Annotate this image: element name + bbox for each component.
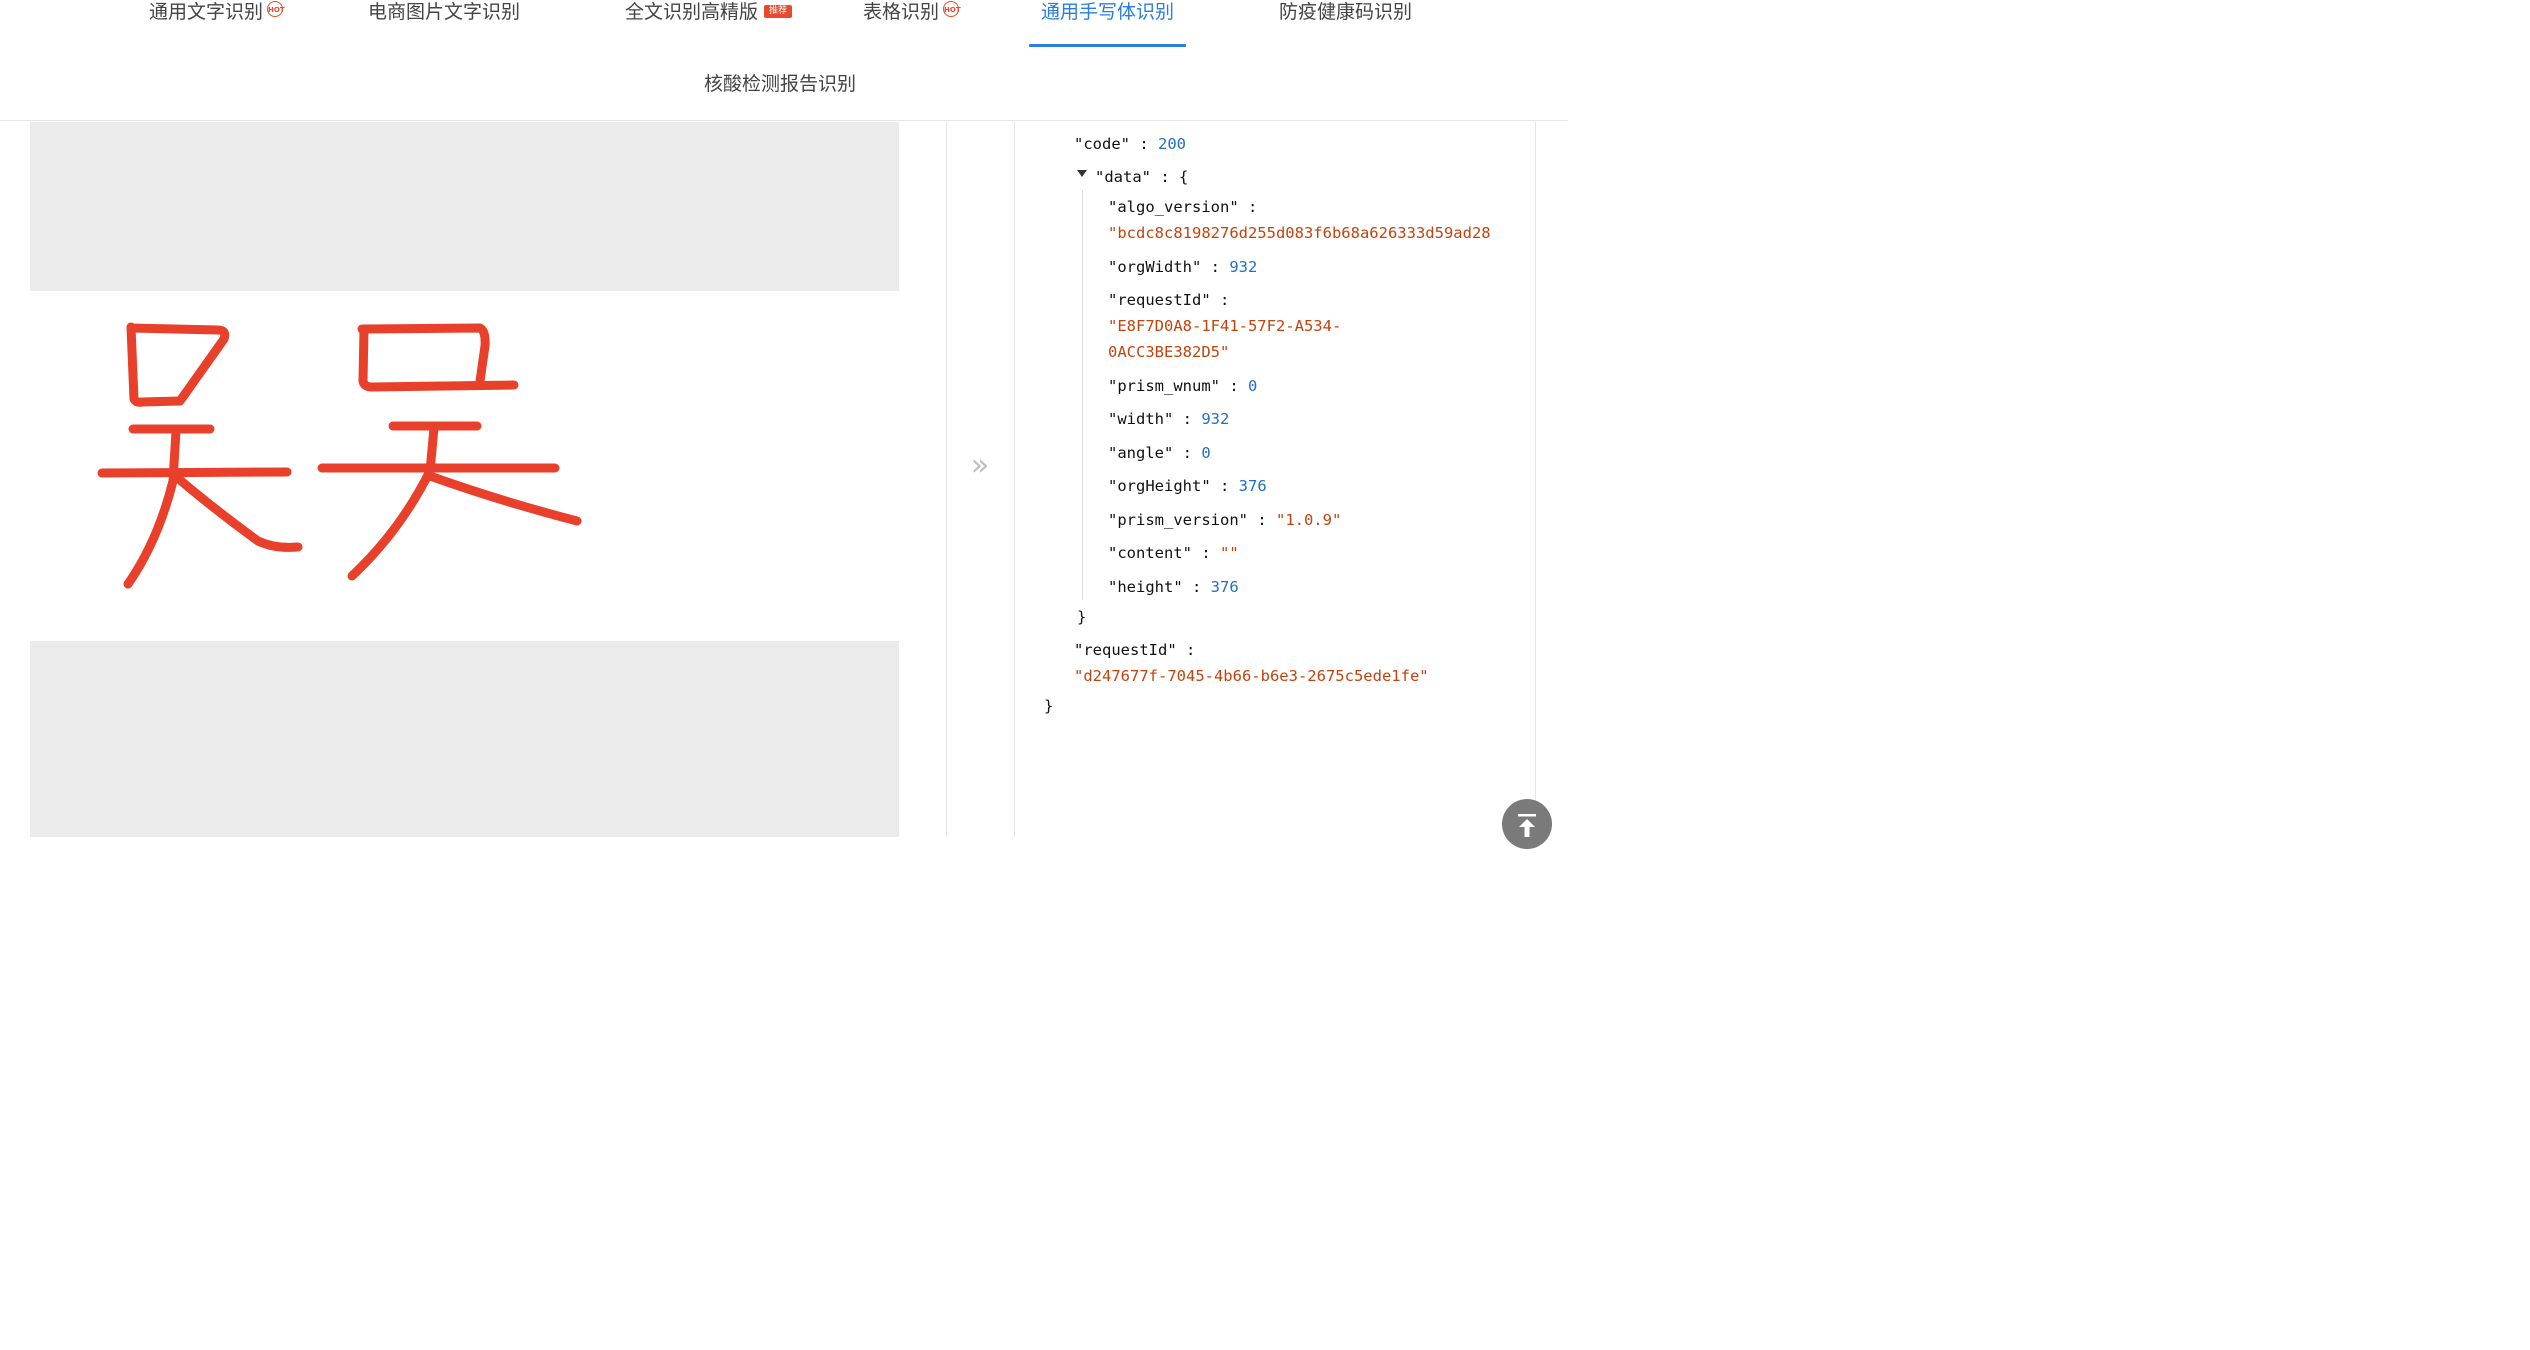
json-line: "width" : 932: [1108, 410, 1230, 428]
json-string: "": [1220, 544, 1239, 562]
handwriting-image: [30, 291, 899, 641]
json-line: "content" : "": [1108, 544, 1239, 562]
json-panel-border: [1535, 122, 1536, 837]
json-string: "1.0.9": [1275, 511, 1342, 529]
json-key: "requestId": [1108, 291, 1211, 309]
tab-label: 通用手写体识别: [1041, 1, 1175, 23]
tab-label: 表格识别: [863, 1, 940, 23]
arrow-up-icon: [1518, 814, 1536, 837]
json-key: "algo_version": [1108, 198, 1239, 216]
input-image-preview: [30, 122, 899, 837]
json-number: 0: [1201, 444, 1211, 462]
json-line: 0ACC3BE382D5": [1108, 342, 1229, 362]
json-string: "bcdc8c8198276d255d083f6b68a626333d59ad2…: [1108, 224, 1491, 242]
json-result-viewer: "code" : 200 "data" : { "algo_version" :…: [1015, 122, 1535, 837]
json-line: "E8F7D0A8-1F41-57F2-A534-: [1108, 316, 1341, 336]
tab-label: 核酸检测报告识别: [704, 73, 857, 95]
tab-table-ocr[interactable]: 表格识别 HOT: [863, 0, 961, 24]
json-line: "prism_wnum" : 0: [1108, 377, 1258, 395]
json-number: 376: [1238, 477, 1267, 495]
collapse-triangle-icon[interactable]: [1077, 170, 1087, 177]
active-tab-indicator: [1029, 44, 1187, 47]
hot-badge: HOT: [267, 1, 285, 17]
tab-nucleic-acid-report-ocr[interactable]: 核酸检测报告识别: [704, 72, 856, 96]
ocr-type-tabs: 通用文字识别 HOT 电商图片文字识别 全文识别高精版 推荐 表格识别 HOT 通用手…: [0, 0, 1568, 121]
json-line: "d247677f-7045-4b66-b6e3-2675c5ede1fe": [1074, 666, 1429, 686]
json-key: "prism_version": [1108, 511, 1248, 529]
json-line: "orgHeight" : 376: [1108, 477, 1267, 495]
double-chevron-right-icon: »: [970, 448, 990, 483]
json-number: 932: [1201, 410, 1230, 428]
json-line: "requestId" :: [1108, 291, 1230, 309]
tab-handwriting-ocr[interactable]: 通用手写体识别: [1029, 0, 1187, 47]
json-string: "E8F7D0A8-1F41-57F2-A534-: [1108, 317, 1342, 335]
json-line: "algo_version" :: [1108, 198, 1258, 216]
handwritten-characters-drawing: [97, 322, 582, 589]
json-line: "angle" : 0: [1108, 444, 1211, 462]
hot-badge: HOT: [943, 1, 961, 17]
tab-label: 电商图片文字识别: [368, 1, 521, 23]
tab-health-code-ocr[interactable]: 防疫健康码识别: [1279, 0, 1412, 24]
json-line: "prism_version" : "1.0.9": [1108, 511, 1342, 529]
json-indent-guide: [1082, 190, 1083, 600]
json-key: "angle": [1108, 444, 1174, 462]
json-key: "orgHeight": [1108, 477, 1211, 495]
json-line: "height" : 376: [1108, 578, 1239, 596]
json-brace: }: [1044, 697, 1054, 715]
json-brace: }: [1077, 608, 1087, 626]
recommend-badge: 推荐: [764, 5, 793, 18]
tab-general-text-ocr[interactable]: 通用文字识别 HOT: [149, 0, 285, 24]
json-key: "code": [1074, 135, 1130, 153]
json-key: "data": [1095, 168, 1151, 186]
json-number: 200: [1158, 135, 1186, 153]
json-line: "requestId" :: [1074, 641, 1196, 659]
json-string: 0ACC3BE382D5": [1108, 343, 1230, 361]
json-key: "orgWidth": [1108, 258, 1202, 276]
back-to-top-button[interactable]: [1502, 799, 1552, 849]
json-number: 376: [1210, 578, 1239, 596]
json-line-code: "code" : 200: [1074, 135, 1186, 153]
json-line: "orgWidth" : 932: [1108, 258, 1258, 276]
json-number: 0: [1247, 377, 1258, 395]
json-key: "height": [1108, 578, 1183, 596]
json-string: "d247677f-7045-4b66-b6e3-2675c5ede1fe": [1074, 667, 1429, 685]
tab-label: 全文识别高精版: [625, 1, 759, 23]
tab-label: 防疫健康码识别: [1279, 1, 1413, 23]
json-key: "content": [1108, 544, 1192, 562]
tab-fulltext-high-precision[interactable]: 全文识别高精版 推荐: [625, 0, 793, 24]
panel-divider: [946, 122, 947, 837]
json-key: "width": [1108, 410, 1174, 428]
json-key: "prism_wnum": [1108, 377, 1220, 395]
json-number: 932: [1229, 258, 1258, 276]
tab-ecommerce-image-ocr[interactable]: 电商图片文字识别: [368, 0, 520, 24]
json-line: "bcdc8c8198276d255d083f6b68a626333d59ad2…: [1108, 223, 1491, 243]
json-key: "requestId": [1074, 641, 1177, 659]
json-line-data: "data" : {: [1095, 168, 1189, 186]
tab-label: 通用文字识别: [149, 1, 264, 23]
